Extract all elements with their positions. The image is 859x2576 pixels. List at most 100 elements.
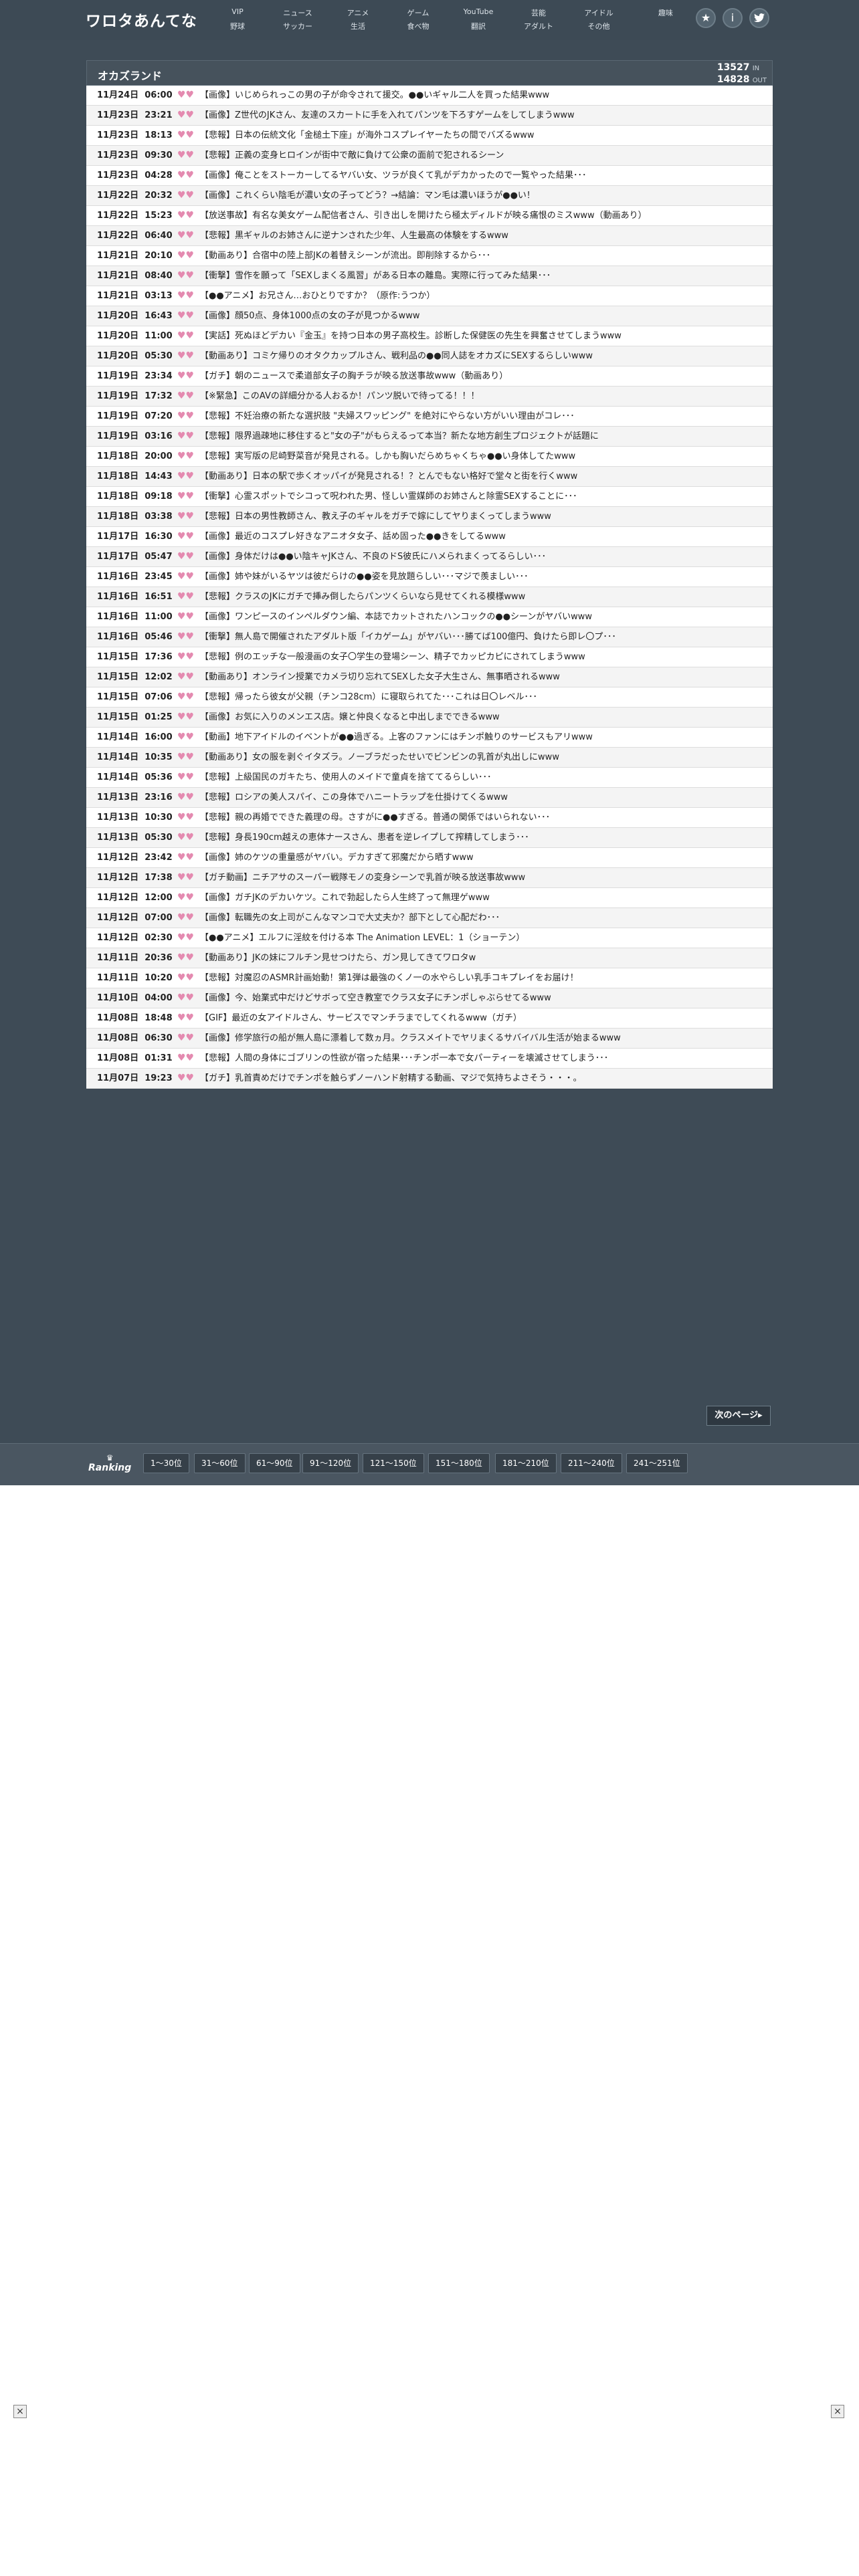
next-page-button[interactable]: 次のページ▸: [706, 1406, 771, 1426]
article-title-link[interactable]: 【ガチ】朝のニュースで柔道部女子の胸チラが映る放送事故www（動画あり）: [200, 366, 767, 386]
list-item[interactable]: 11月13日 23:16 ♥♥ 【悲報】ロシアの美人スパイ、この身体でハニートラップ…: [86, 788, 773, 808]
star-icon[interactable]: ★: [696, 8, 716, 28]
list-item[interactable]: 11月19日 07:20 ♥♥ 【悲報】不妊治療の新たな選択肢 "夫婦スワッピング"…: [86, 407, 773, 427]
article-title-link[interactable]: 【●●アニメ】エルフに淫紋を付ける本 The Animation LEVEL：1…: [200, 928, 767, 948]
list-item[interactable]: 11月12日 23:42 ♥♥ 【画像】姉のケツの重量感がヤバい。デカすぎて邪魔だか…: [86, 848, 773, 868]
list-item[interactable]: 11月11日 20:36 ♥♥ 【動画あり】JKの妹にフルチン見せつけたら、ガン見し…: [86, 948, 773, 968]
info-icon[interactable]: i: [723, 8, 743, 28]
list-item[interactable]: 11月11日 10:20 ♥♥ 【悲報】対魔忍のASMR計画始動！第1弾は最強のくノ…: [86, 968, 773, 988]
ranking-tab[interactable]: 181〜210位: [495, 1453, 557, 1473]
list-item[interactable]: 11月24日 06:00 ♥♥ 【画像】いじめられっこの男の子が命令されて援交。●●…: [86, 86, 773, 106]
article-title-link[interactable]: 【画像】転職先の女上司がこんなマンコで大丈夫か？部下として心配だわ･･･: [200, 908, 767, 928]
list-item[interactable]: 11月20日 16:43 ♥♥ 【画像】顔50点、身体1000点の女の子が見つかるw…: [86, 306, 773, 326]
article-title-link[interactable]: 【※緊急】このAVの詳細分かる人おるか！パンツ脱いで待ってる！！！: [200, 387, 767, 406]
list-item[interactable]: 11月12日 07:00 ♥♥ 【画像】転職先の女上司がこんなマンコで大丈夫か？部下…: [86, 908, 773, 928]
nav-item[interactable]: アダルト: [524, 21, 553, 31]
list-item[interactable]: 11月18日 20:00 ♥♥ 【悲報】実写版の尼崎野菜音が発見される。しかも胸いだ…: [86, 447, 773, 467]
list-item[interactable]: 11月22日 06:40 ♥♥ 【悲報】黒ギャルのお姉さんに逆ナンされた少年、人生最…: [86, 226, 773, 246]
list-item[interactable]: 11月20日 11:00 ♥♥ 【実話】死ぬほどデカい『金玉』を持つ日本の男子高校生…: [86, 326, 773, 346]
article-title-link[interactable]: 【悲報】帰ったら彼女が父親（チンコ28cm）に寝取られてた･･･これは日〇レベル…: [200, 687, 767, 707]
list-item[interactable]: 11月22日 15:23 ♥♥ 【放送事故】有名な美女ゲーム配信者さん、引き出しを開…: [86, 206, 773, 226]
list-item[interactable]: 11月15日 07:06 ♥♥ 【悲報】帰ったら彼女が父親（チンコ28cm）に寝取ら…: [86, 687, 773, 708]
twitter-icon[interactable]: [749, 8, 769, 28]
list-item[interactable]: 11月12日 02:30 ♥♥ 【●●アニメ】エルフに淫紋を付ける本 The Ani…: [86, 928, 773, 948]
article-title-link[interactable]: 【動画あり】オンライン授業でカメラ切り忘れてSEXした女子大生さん、無事晒される…: [200, 667, 767, 687]
article-title-link[interactable]: 【画像】お気に入りのメンエス店。嬢と仲良くなると中出しまでできるwww: [200, 708, 767, 727]
nav-item[interactable]: 野球: [230, 21, 245, 31]
article-title-link[interactable]: 【画像】身体だけは●●い陰キャJKさん、不良のドS彼氏にハメられまくってるらしい…: [200, 547, 767, 566]
list-item[interactable]: 11月19日 17:32 ♥♥ 【※緊急】このAVの詳細分かる人おるか！パンツ脱いで…: [86, 387, 773, 407]
article-title-link[interactable]: 【画像】Z世代のJKさん、友達のスカートに手を入れてパンツを下ろすゲームをしてし…: [200, 106, 767, 125]
list-item[interactable]: 11月19日 23:34 ♥♥ 【ガチ】朝のニュースで柔道部女子の胸チラが映る放送事…: [86, 366, 773, 387]
ranking-tab[interactable]: 121〜150位: [363, 1453, 424, 1473]
list-item[interactable]: 11月23日 18:13 ♥♥ 【悲報】日本の伝統文化「金槌土下座」が海外コスプレイ…: [86, 126, 773, 146]
list-item[interactable]: 11月14日 05:36 ♥♥ 【悲報】上級国民のガキたち、使用人のメイドで童貞を捨…: [86, 768, 773, 788]
article-title-link[interactable]: 【●●アニメ】お兄さん…おひとりですか？（原作:うつか）: [200, 286, 767, 306]
list-item[interactable]: 11月14日 16:00 ♥♥ 【動画】地下アイドルのイベントが●●過ぎる。上客のフ…: [86, 728, 773, 748]
list-item[interactable]: 11月12日 17:38 ♥♥ 【ガチ動画】ニチアサのスーパー戦隊モノの変身シーンで…: [86, 868, 773, 888]
site-title[interactable]: オカズランド: [98, 67, 162, 83]
article-title-link[interactable]: 【画像】俺ことをストーカーしてるヤバい女、ツラが良くて乳がデカかったので一覧やっ…: [200, 166, 767, 185]
list-item[interactable]: 11月18日 09:18 ♥♥ 【衝撃】心霊スポットでシコって呪われた男、怪しい霊媒…: [86, 487, 773, 507]
list-item[interactable]: 11月08日 18:48 ♥♥ 【GIF】最近の女アイドルさん、サービスでマンチラま…: [86, 1008, 773, 1029]
article-title-link[interactable]: 【画像】今、始業式中だけどサボって空き教室でクラス女子にチンポしゃぶらせてるww…: [200, 988, 767, 1008]
article-title-link[interactable]: 【画像】これくらい陰毛が濃い女の子ってどう？→結論：マン毛は濃いほうが●●い！: [200, 186, 767, 205]
list-item[interactable]: 11月15日 17:36 ♥♥ 【悲報】例のエッチな一般漫画の女子〇学生の登場シーン…: [86, 647, 773, 667]
article-title-link[interactable]: 【動画あり】日本の駅で歩くオッパイが発見される！？とんでもない格好で堂々と街を行…: [200, 467, 767, 486]
site-logo[interactable]: ワロタあんてな: [86, 8, 197, 31]
nav-item[interactable]: 生活: [351, 21, 365, 31]
article-title-link[interactable]: 【画像】いじめられっこの男の子が命令されて援交。●●いギャル二人を買った結果ww…: [200, 86, 767, 105]
nav-item[interactable]: アイドル: [584, 7, 613, 18]
article-title-link[interactable]: 【動画あり】女の服を剥ぐイタズラ。ノーブラだったせいでビンビンの乳首が丸出しにw…: [200, 748, 767, 767]
list-item[interactable]: 11月08日 01:31 ♥♥ 【悲報】人間の身体にゴブリンの性欲が宿った結果･･･…: [86, 1049, 773, 1069]
article-title-link[interactable]: 【悲報】クラスのJKにガチで挿み倒したらパンツくらいなら見せてくれる模様www: [200, 587, 767, 607]
list-item[interactable]: 11月18日 14:43 ♥♥ 【動画あり】日本の駅で歩くオッパイが発見される！？と…: [86, 467, 773, 487]
article-title-link[interactable]: 【画像】最近のコスプレ好きなアニオタ女子、話め固った●●きをしてるwww: [200, 527, 767, 546]
article-title-link[interactable]: 【衝撃】心霊スポットでシコって呪われた男、怪しい霊媒師のお姉さんと除霊SEXする…: [200, 487, 767, 506]
article-title-link[interactable]: 【ガチ動画】ニチアサのスーパー戦隊モノの変身シーンで乳首が映る放送事故www: [200, 868, 767, 887]
article-title-link[interactable]: 【悲報】不妊治療の新たな選択肢 "夫婦スワッピング" を絶対にやらない方がいい理…: [200, 407, 767, 426]
list-item[interactable]: 11月16日 23:45 ♥♥ 【画像】姉や妹がいるヤツは彼だらけの●●姿を見放題ら…: [86, 567, 773, 587]
list-item[interactable]: 11月20日 05:30 ♥♥ 【動画あり】コミケ帰りのオタクカップルさん、戦利品の…: [86, 346, 773, 366]
ranking-tab[interactable]: 241〜251位: [626, 1453, 688, 1473]
nav-item[interactable]: YouTube: [464, 7, 494, 16]
article-title-link[interactable]: 【動画あり】JKの妹にフルチン見せつけたら、ガン見してきてワロタw: [200, 948, 767, 968]
ranking-tab[interactable]: 61〜90位: [249, 1453, 300, 1473]
close-icon[interactable]: ×: [831, 2405, 844, 2418]
article-title-link[interactable]: 【動画あり】合宿中の陸上部JKの着替えシーンが流出。即削除するから･･･: [200, 246, 767, 265]
list-item[interactable]: 11月08日 06:30 ♥♥ 【画像】修学旅行の船が無人島に漂着して数ヵ月。クラス…: [86, 1029, 773, 1049]
list-item[interactable]: 11月17日 16:30 ♥♥ 【画像】最近のコスプレ好きなアニオタ女子、話め固った…: [86, 527, 773, 547]
article-title-link[interactable]: 【悲報】例のエッチな一般漫画の女子〇学生の登場シーン、精子でカッピカピにされてし…: [200, 647, 767, 667]
ranking-tab[interactable]: 211〜240位: [561, 1453, 622, 1473]
list-item[interactable]: 11月14日 10:35 ♥♥ 【動画あり】女の服を剥ぐイタズラ。ノーブラだったせい…: [86, 748, 773, 768]
article-title-link[interactable]: 【画像】修学旅行の船が無人島に漂着して数ヵ月。クラスメイトでヤリまくるサバイバル…: [200, 1029, 767, 1048]
list-item[interactable]: 11月13日 10:30 ♥♥ 【悲報】親の再婚でできた義理の母。さすがに●●すぎる…: [86, 808, 773, 828]
article-title-link[interactable]: 【悲報】黒ギャルのお姉さんに逆ナンされた少年、人生最高の体験をするwww: [200, 226, 767, 245]
article-title-link[interactable]: 【衝撃】雪作を願って「SEXしまくる風習」がある日本の離島。実際に行ってみた結果…: [200, 266, 767, 286]
article-title-link[interactable]: 【画像】顔50点、身体1000点の女の子が見つかるwww: [200, 306, 767, 326]
article-title-link[interactable]: 【悲報】日本の男性教師さん、教え子のギャルをガチで嫁にしてヤりまくってしまうww…: [200, 507, 767, 526]
article-title-link[interactable]: 【悲報】親の再婚でできた義理の母。さすがに●●すぎる。普通の関係ではいられない･…: [200, 808, 767, 827]
ranking-tab[interactable]: 151〜180位: [428, 1453, 490, 1473]
ranking-tab[interactable]: 91〜120位: [302, 1453, 359, 1473]
article-title-link[interactable]: 【放送事故】有名な美女ゲーム配信者さん、引き出しを開けたら極太ディルドが映る痛恨…: [200, 206, 767, 225]
article-title-link[interactable]: 【悲報】人間の身体にゴブリンの性欲が宿った結果･･･チンポ一本で女パーティーを壊…: [200, 1049, 767, 1068]
article-title-link[interactable]: 【悲報】ロシアの美人スパイ、この身体でハニートラップを仕掛けてくるwww: [200, 788, 767, 807]
nav-item[interactable]: 芸能: [531, 7, 546, 18]
list-item[interactable]: 11月16日 16:51 ♥♥ 【悲報】クラスのJKにガチで挿み倒したらパンツくらい…: [86, 587, 773, 607]
list-item[interactable]: 11月07日 19:23 ♥♥ 【ガチ】乳首責めだけでチンポを触らずノーハンド射精す…: [86, 1069, 773, 1089]
ranking-tab[interactable]: 1〜30位: [143, 1453, 189, 1473]
article-title-link[interactable]: 【画像】姉のケツの重量感がヤバい。デカすぎて邪魔だから晒すwww: [200, 848, 767, 867]
article-title-link[interactable]: 【動画あり】コミケ帰りのオタクカップルさん、戦利品の●●同人誌をオカズにSEXす…: [200, 346, 767, 366]
list-item[interactable]: 11月10日 04:00 ♥♥ 【画像】今、始業式中だけどサボって空き教室でクラス女…: [86, 988, 773, 1008]
article-title-link[interactable]: 【画像】ガチJKのデカいケツ。これで勃起したら人生終了って無理ゲwww: [200, 888, 767, 907]
list-item[interactable]: 11月13日 05:30 ♥♥ 【悲報】身長190cm越えの恵体ナースさん、患者を逆…: [86, 828, 773, 848]
nav-item[interactable]: ニュース: [283, 7, 312, 18]
nav-item[interactable]: その他: [588, 21, 610, 31]
article-title-link[interactable]: 【悲報】日本の伝統文化「金槌土下座」が海外コスプレイヤーたちの間でバズるwww: [200, 126, 767, 145]
article-title-link[interactable]: 【悲報】身長190cm越えの恵体ナースさん、患者を逆レイプして搾精してしまう･･…: [200, 828, 767, 847]
list-item[interactable]: 11月21日 08:40 ♥♥ 【衝撃】雪作を願って「SEXしまくる風習」がある日本…: [86, 266, 773, 286]
nav-item[interactable]: アニメ: [347, 7, 369, 18]
list-item[interactable]: 11月15日 01:25 ♥♥ 【画像】お気に入りのメンエス店。嬢と仲良くなると中出…: [86, 708, 773, 728]
list-item[interactable]: 11月23日 09:30 ♥♥ 【悲報】正義の変身ヒロインが街中で敵に負けて公衆の面…: [86, 146, 773, 166]
